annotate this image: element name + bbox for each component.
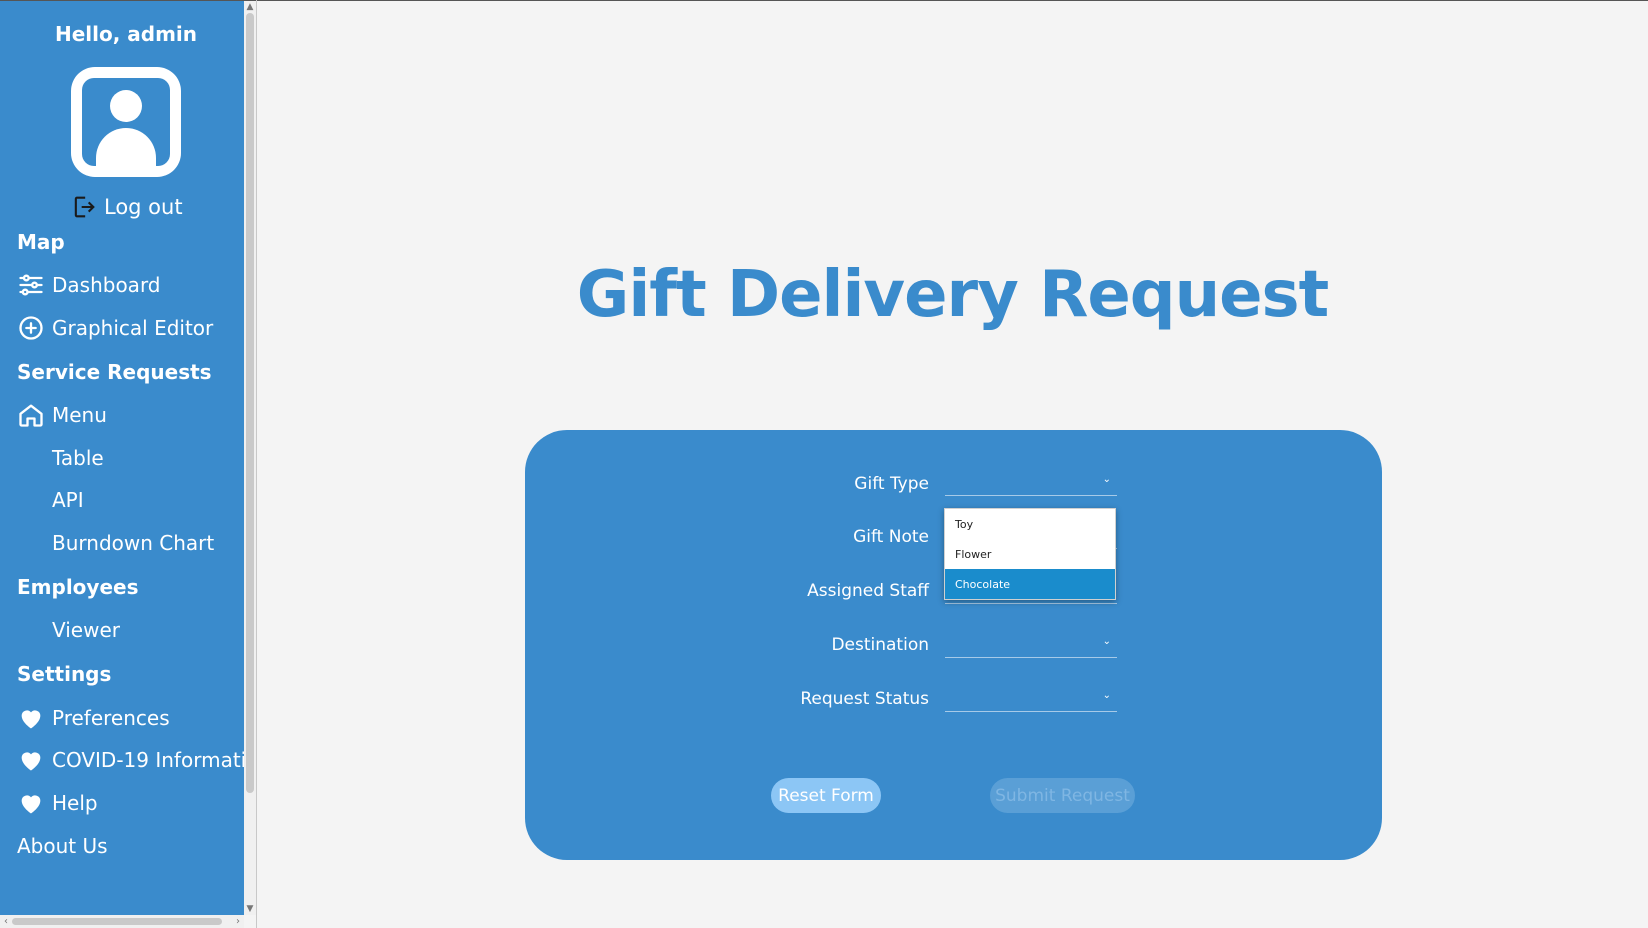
submit-request-button[interactable]: Submit Request	[990, 778, 1135, 813]
sidebar-item-label: Viewer	[52, 618, 120, 642]
heart-icon	[17, 704, 45, 732]
sidebar-item-label: Menu	[52, 403, 107, 427]
dropdown-option-toy[interactable]: Toy	[945, 509, 1115, 539]
logout-icon	[74, 196, 95, 218]
section-service-requests: Service Requests	[17, 360, 212, 384]
sidebar-item-graphical-editor[interactable]: Graphical Editor	[17, 312, 213, 344]
sidebar-item-label: About Us	[17, 834, 108, 858]
destination-label: Destination	[831, 635, 929, 655]
request-status-select[interactable]: ⌄	[945, 676, 1117, 712]
sidebar-vertical-scrollbar[interactable]: ▲ ▼	[244, 1, 256, 915]
gift-type-label: Gift Type	[854, 474, 929, 494]
sliders-icon	[17, 271, 45, 299]
page-title: Gift Delivery Request	[576, 258, 1329, 332]
scroll-up-icon[interactable]: ▲	[244, 1, 256, 13]
section-map: Map	[17, 230, 65, 254]
sidebar-item-label: COVID-19 Informati...	[52, 748, 244, 772]
sidebar: Hello, admin Log out Map Dashboard Graph…	[0, 1, 256, 928]
scroll-left-icon[interactable]: ‹	[0, 915, 12, 928]
scrollbar-thumb[interactable]	[12, 918, 222, 925]
dropdown-option-chocolate[interactable]: Chocolate	[945, 569, 1115, 599]
sidebar-item-api[interactable]: API	[52, 484, 84, 516]
chevron-down-icon: ⌄	[1102, 474, 1111, 485]
avatar	[71, 67, 181, 177]
sidebar-item-covid[interactable]: COVID-19 Informati...	[17, 744, 244, 776]
request-form-card: Gift Type ⌄ Gift Note Assigned Staff ⌄ D…	[525, 430, 1382, 860]
sidebar-item-label: Help	[52, 791, 98, 815]
sidebar-item-label: Graphical Editor	[52, 316, 214, 340]
sidebar-item-dashboard[interactable]: Dashboard	[17, 269, 161, 301]
sidebar-item-about-us[interactable]: About Us	[17, 830, 108, 862]
sidebar-item-menu[interactable]: Menu	[17, 399, 107, 431]
scrollbar-thumb[interactable]	[246, 13, 254, 793]
logout-button[interactable]: Log out	[70, 192, 183, 222]
sidebar-panel: Hello, admin Log out Map Dashboard Graph…	[0, 1, 244, 915]
heart-icon	[17, 789, 45, 817]
sidebar-item-label: API	[52, 488, 84, 512]
sidebar-item-table[interactable]: Table	[52, 442, 104, 474]
chevron-down-icon: ⌄	[1102, 636, 1111, 647]
gift-type-select[interactable]: ⌄	[945, 460, 1117, 496]
sidebar-item-preferences[interactable]: Preferences	[17, 702, 170, 734]
sidebar-item-label: Table	[52, 446, 104, 470]
sidebar-item-label: Burndown Chart	[52, 531, 215, 555]
chevron-down-icon: ⌄	[1102, 690, 1111, 701]
sidebar-horizontal-scrollbar[interactable]: ‹ ›	[0, 915, 244, 928]
sidebar-item-burndown-chart[interactable]: Burndown Chart	[52, 527, 214, 559]
sidebar-item-label: Preferences	[52, 706, 170, 730]
section-employees: Employees	[17, 575, 139, 599]
plus-circle-icon	[17, 314, 45, 342]
logout-label: Log out	[104, 195, 183, 219]
heart-icon	[17, 746, 45, 774]
reset-form-button[interactable]: Reset Form	[771, 778, 881, 813]
sidebar-item-label: Dashboard	[52, 273, 161, 297]
dropdown-option-flower[interactable]: Flower	[945, 539, 1115, 569]
request-status-label: Request Status	[800, 689, 929, 709]
user-icon	[82, 78, 170, 166]
gift-note-label: Gift Note	[853, 527, 929, 547]
sidebar-divider	[256, 0, 257, 928]
home-icon	[17, 401, 45, 429]
sidebar-item-help[interactable]: Help	[17, 787, 98, 819]
scroll-down-icon[interactable]: ▼	[244, 903, 256, 915]
destination-select[interactable]: ⌄	[945, 622, 1117, 658]
section-settings: Settings	[17, 662, 112, 686]
sidebar-item-viewer[interactable]: Viewer	[52, 614, 120, 646]
scroll-right-icon[interactable]: ›	[232, 915, 244, 928]
gift-type-dropdown: Toy Flower Chocolate	[944, 508, 1116, 600]
greeting: Hello, admin	[54, 22, 198, 46]
assigned-staff-label: Assigned Staff	[807, 581, 929, 601]
